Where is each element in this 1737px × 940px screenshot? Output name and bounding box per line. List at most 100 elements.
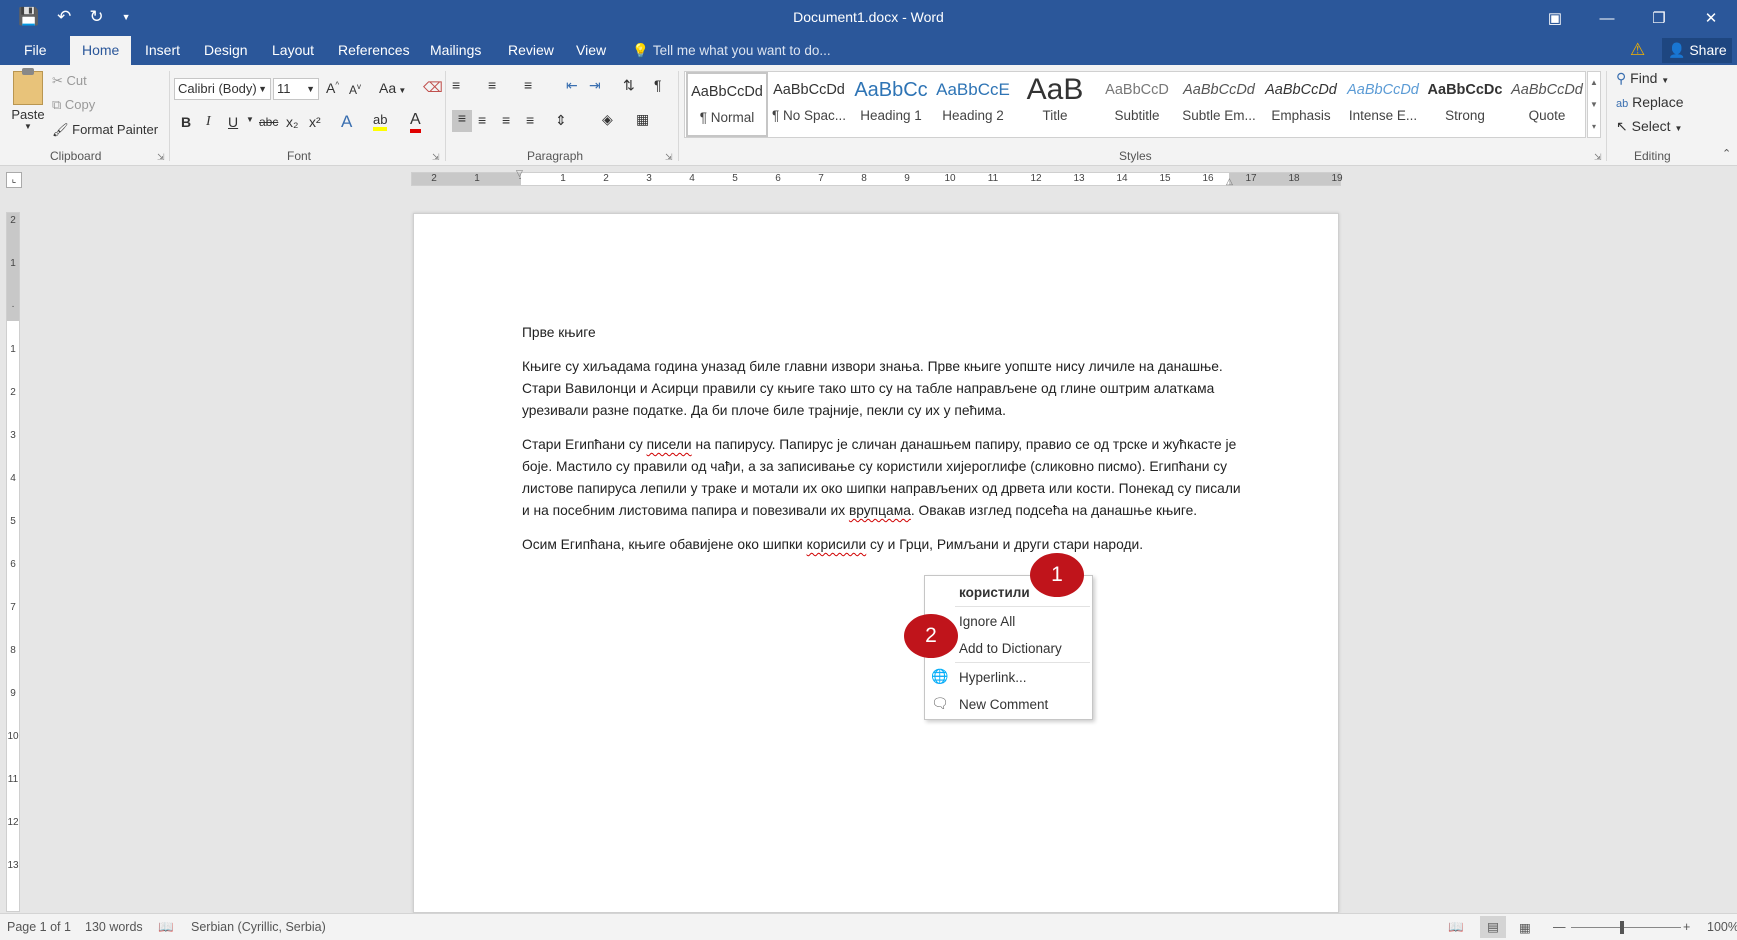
spelling-suggestion[interactable]: користили bbox=[959, 585, 1030, 600]
tab-layout[interactable]: Layout bbox=[260, 36, 326, 65]
format-painter-button[interactable]: 🖌 Format Painter bbox=[52, 122, 158, 138]
style-subtle-emphasis[interactable]: AaBbCcDd Subtle Em... bbox=[1178, 72, 1260, 137]
minimize-icon[interactable]: — bbox=[1581, 0, 1633, 36]
tab-references[interactable]: References bbox=[326, 36, 422, 65]
document-body[interactable]: Прве књиге Књиге су хиљадама година уназ… bbox=[522, 322, 1242, 568]
tab-design[interactable]: Design bbox=[192, 36, 260, 65]
increase-indent-icon[interactable]: ⇥ bbox=[589, 77, 601, 94]
sort-icon[interactable]: ⇅ bbox=[623, 77, 635, 94]
align-left-icon[interactable]: ≡ bbox=[452, 110, 472, 132]
text-effects-icon[interactable]: A bbox=[341, 112, 352, 132]
align-center-icon[interactable]: ≡ bbox=[478, 112, 486, 128]
tab-file[interactable]: File bbox=[12, 36, 59, 65]
vertical-ruler[interactable]: 2 1 · 1 2 3 4 5 6 7 8 9 10 11 12 13 bbox=[6, 212, 20, 912]
select-button[interactable]: ↖ Select ▼ bbox=[1616, 118, 1682, 135]
zoom-slider-thumb[interactable] bbox=[1620, 921, 1624, 934]
show-formatting-icon[interactable]: ¶ bbox=[654, 77, 662, 93]
print-layout-icon[interactable]: ▤ bbox=[1480, 916, 1506, 938]
style-title[interactable]: AaB Title bbox=[1014, 72, 1096, 137]
decrease-indent-icon[interactable]: ⇤ bbox=[566, 77, 578, 94]
paste-button[interactable]: Paste ▼ bbox=[10, 68, 46, 131]
style-quote[interactable]: AaBbCcDd Quote bbox=[1506, 72, 1588, 137]
align-right-icon[interactable]: ≡ bbox=[502, 112, 510, 128]
bold-button[interactable]: B bbox=[181, 114, 191, 130]
misspelled-word[interactable]: корисили bbox=[807, 537, 867, 552]
chevron-down-icon[interactable]: ▼ bbox=[1588, 94, 1600, 116]
tell-me-box[interactable]: 💡 Tell me what you want to do... bbox=[632, 36, 831, 65]
replace-button[interactable]: ab Replace bbox=[1616, 94, 1684, 110]
italic-button[interactable]: I bbox=[206, 114, 211, 130]
page-count[interactable]: Page 1 of 1 bbox=[7, 920, 71, 934]
style-heading-1[interactable]: AaBbCc Heading 1 bbox=[850, 72, 932, 137]
find-button[interactable]: ⚲ Find ▼ bbox=[1616, 70, 1669, 87]
ribbon-display-icon[interactable]: ▣ bbox=[1529, 0, 1581, 36]
highlight-color-icon[interactable]: ab bbox=[373, 112, 388, 131]
strikethrough-button[interactable]: abc bbox=[259, 115, 278, 129]
add-to-dictionary-item[interactable]: Add to Dictionary bbox=[959, 641, 1062, 656]
clipboard-launcher-icon[interactable]: ⇲ bbox=[157, 152, 165, 163]
style-emphasis[interactable]: AaBbCcDd Emphasis bbox=[1260, 72, 1342, 137]
ignore-all-item[interactable]: Ignore All bbox=[959, 614, 1015, 629]
read-mode-icon[interactable]: 📖 bbox=[1448, 920, 1464, 935]
underline-button[interactable]: U bbox=[228, 114, 238, 130]
web-layout-icon[interactable]: ▦ bbox=[1519, 920, 1531, 935]
tab-view[interactable]: View bbox=[564, 36, 618, 65]
zoom-out-icon[interactable]: — bbox=[1553, 920, 1566, 934]
document-page[interactable]: Прве књиге Књиге су хиљадама година уназ… bbox=[413, 213, 1339, 913]
tab-insert[interactable]: Insert bbox=[133, 36, 192, 65]
new-comment-item[interactable]: New Comment bbox=[959, 697, 1048, 712]
shading-icon[interactable]: ◈ bbox=[602, 111, 613, 128]
collapse-ribbon-icon[interactable]: ⌃ bbox=[1722, 147, 1731, 160]
bullets-icon[interactable]: ≡ bbox=[452, 77, 460, 93]
close-icon[interactable]: ✕ bbox=[1685, 0, 1737, 36]
proofing-icon[interactable]: 📖 bbox=[158, 920, 174, 935]
styles-scroll[interactable]: ▲ ▼ ▾ bbox=[1587, 71, 1601, 138]
clear-formatting-icon[interactable]: ⌫ bbox=[423, 79, 443, 96]
grow-font-button[interactable]: A^ bbox=[326, 80, 339, 96]
shrink-font-button[interactable]: Av bbox=[349, 82, 361, 97]
copy-button[interactable]: ⧉ Copy bbox=[52, 97, 95, 113]
change-case-button[interactable]: Aa ▼ bbox=[379, 80, 406, 96]
paste-dropdown-icon[interactable]: ▼ bbox=[10, 122, 46, 131]
share-button[interactable]: 👤 Share bbox=[1662, 38, 1732, 63]
line-spacing-icon[interactable]: ⇕ bbox=[555, 112, 567, 129]
superscript-button[interactable]: x² bbox=[309, 114, 321, 130]
tab-home[interactable]: Home bbox=[70, 36, 132, 65]
language-indicator[interactable]: Serbian (Cyrillic, Serbia) bbox=[191, 920, 326, 934]
right-indent-marker[interactable]: △ bbox=[1226, 176, 1233, 187]
font-family-select[interactable]: Calibri (Body) ▼ bbox=[174, 78, 271, 100]
style-subtitle[interactable]: AaBbCcD Subtitle bbox=[1096, 72, 1178, 137]
hyperlink-item[interactable]: Hyperlink... bbox=[959, 670, 1027, 685]
style-normal[interactable]: AaBbCcDd ¶ Normal bbox=[686, 72, 768, 137]
misspelled-word[interactable]: врупцама bbox=[849, 503, 911, 518]
font-size-select[interactable]: 11 ▼ bbox=[273, 78, 319, 100]
style-heading-2[interactable]: AaBbCcE Heading 2 bbox=[932, 72, 1014, 137]
word-count[interactable]: 130 words bbox=[85, 920, 143, 934]
style-intense-emphasis[interactable]: AaBbCcDd Intense E... bbox=[1342, 72, 1424, 137]
tab-selector-icon[interactable]: ⌞ bbox=[6, 172, 22, 188]
justify-icon[interactable]: ≡ bbox=[526, 112, 534, 128]
first-line-indent-marker[interactable]: ▽ bbox=[516, 168, 523, 179]
zoom-level[interactable]: 100% bbox=[1707, 920, 1737, 934]
subscript-button[interactable]: x₂ bbox=[286, 114, 298, 130]
zoom-slider[interactable] bbox=[1571, 927, 1681, 928]
multilevel-list-icon[interactable]: ≡ bbox=[524, 77, 532, 93]
font-launcher-icon[interactable]: ⇲ bbox=[432, 152, 440, 163]
tab-mailings[interactable]: Mailings bbox=[418, 36, 493, 65]
borders-icon[interactable]: ▦ bbox=[636, 111, 649, 128]
misspelled-word[interactable]: писели bbox=[647, 437, 692, 452]
underline-dropdown-icon[interactable]: ▼ bbox=[246, 115, 254, 124]
paragraph-launcher-icon[interactable]: ⇲ bbox=[665, 152, 673, 163]
warning-icon[interactable]: ⚠ bbox=[1630, 40, 1645, 60]
font-color-icon[interactable]: A bbox=[410, 111, 421, 133]
chevron-up-icon[interactable]: ▲ bbox=[1588, 72, 1600, 94]
style-strong[interactable]: AaBbCcDc Strong bbox=[1424, 72, 1506, 137]
horizontal-ruler[interactable]: 2 1 · 1 2 3 4 5 6 7 8 9 10 11 12 13 14 15 16 17 18 19 ▽ △ bbox=[411, 168, 1343, 187]
numbering-icon[interactable]: ≡ bbox=[488, 77, 496, 93]
more-styles-icon[interactable]: ▾ bbox=[1588, 116, 1600, 138]
zoom-in-icon[interactable]: + bbox=[1683, 920, 1690, 934]
style-no-spacing[interactable]: AaBbCcDd ¶ No Spac... bbox=[768, 72, 850, 137]
cut-button[interactable]: ✂ Cut bbox=[52, 73, 87, 89]
restore-icon[interactable]: ❐ bbox=[1633, 0, 1685, 36]
styles-launcher-icon[interactable]: ⇲ bbox=[1594, 152, 1602, 163]
